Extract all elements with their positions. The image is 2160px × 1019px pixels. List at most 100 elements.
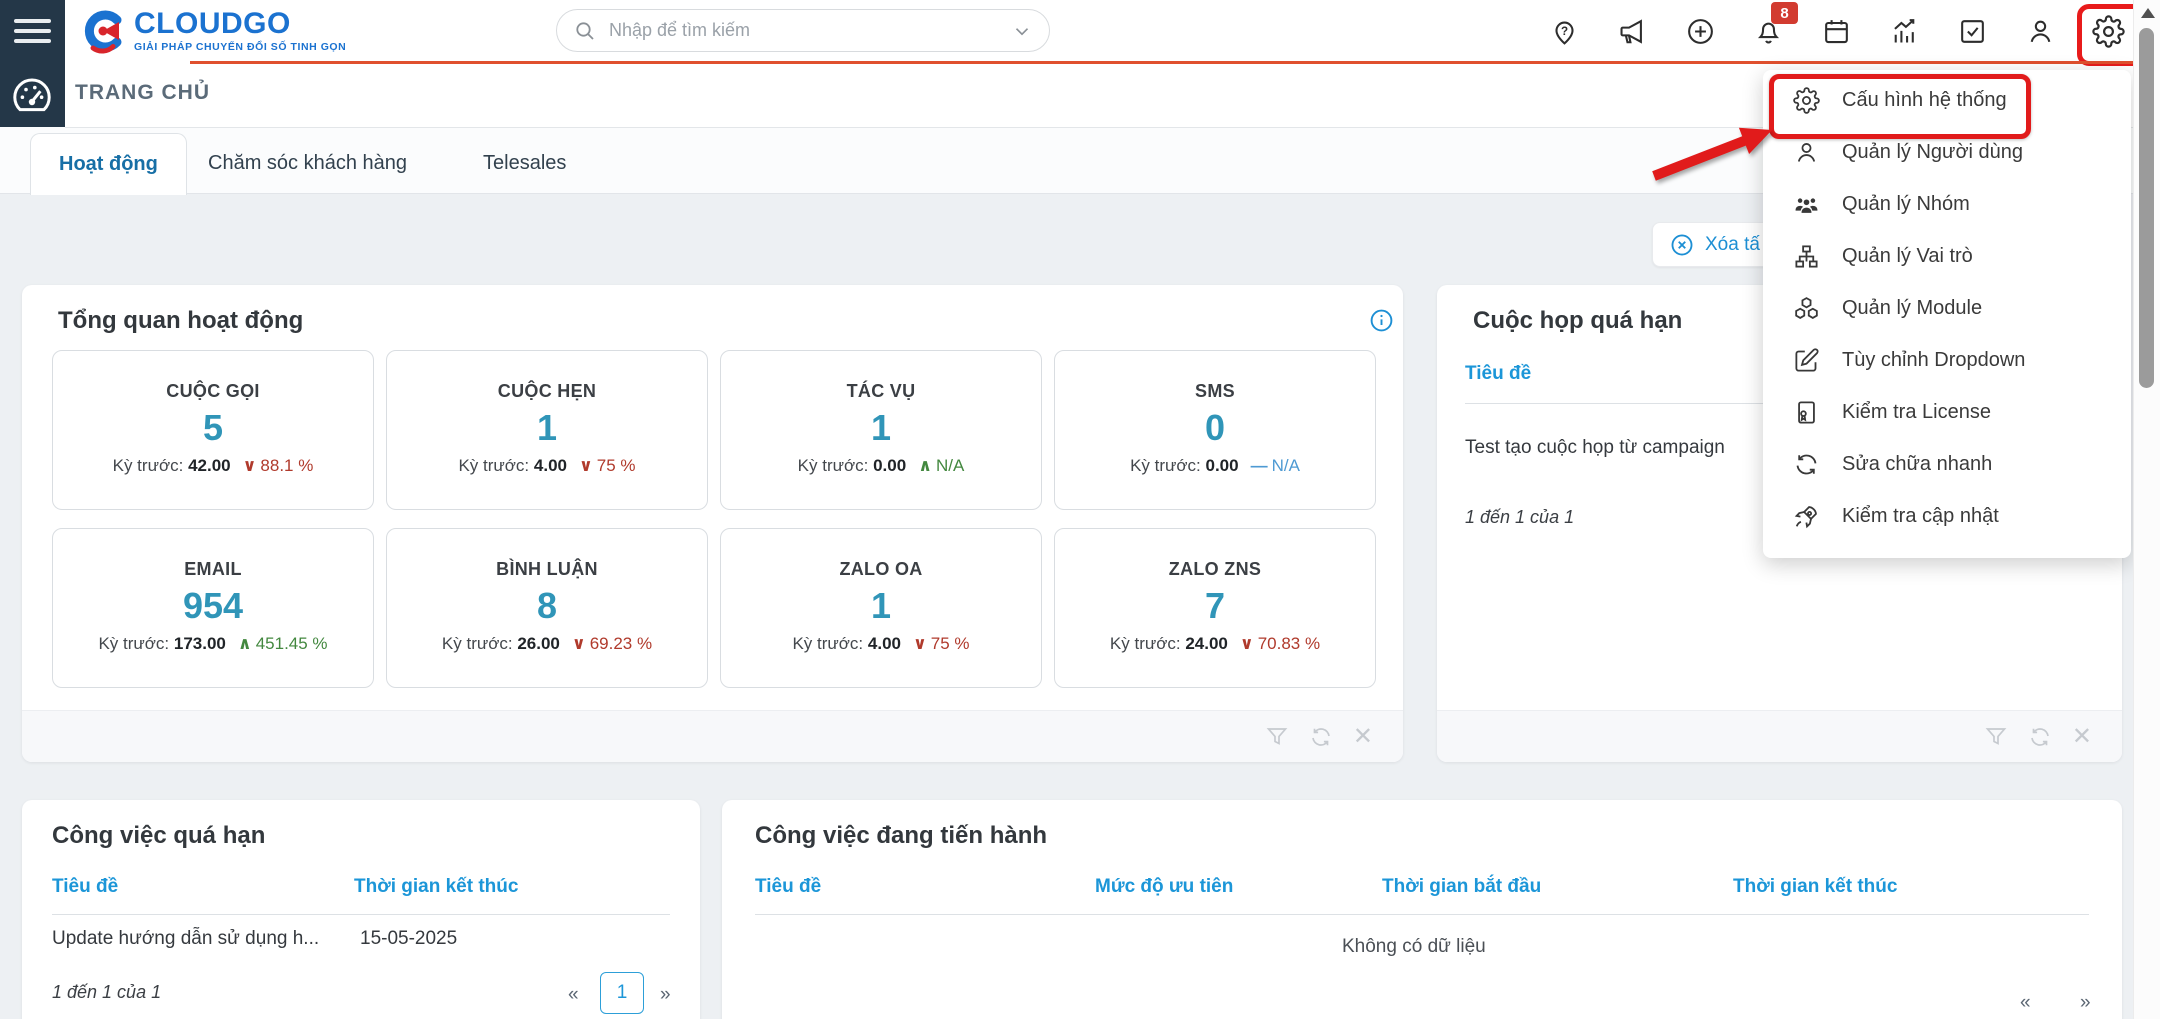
overview-panel-title: Tổng quan hoạt động bbox=[58, 307, 303, 335]
modules-icon bbox=[1793, 295, 1820, 322]
column-header-thoi-gian-ket-thuc[interactable]: Thời gian kết thúc bbox=[354, 876, 518, 898]
stat-label: CUỘC HẸN bbox=[387, 381, 707, 402]
stat-change: N/A bbox=[1272, 456, 1300, 475]
pagination-page-1[interactable]: 1 bbox=[600, 972, 644, 1014]
stat-card-zalo-oa: ZALO OA 1 Kỳ trước: 4.00∨75 % bbox=[720, 528, 1042, 688]
info-icon[interactable] bbox=[1368, 307, 1395, 334]
refresh-icon[interactable] bbox=[2028, 725, 2052, 749]
stat-prev-value: 0.00 bbox=[1206, 456, 1239, 475]
pagination-prev[interactable]: « bbox=[2020, 992, 2031, 1014]
column-header-thoi-gian-ket-thuc[interactable]: Thời gian kết thúc bbox=[1733, 876, 1897, 898]
menu-item-quan-ly-nguoi-dung[interactable]: Quản lý Người dùng bbox=[1763, 126, 2131, 178]
global-search[interactable] bbox=[556, 9, 1050, 52]
trend-down: ∨75 % bbox=[579, 456, 636, 475]
task-title-cell: Update hướng dẫn sử dụng h... bbox=[52, 928, 319, 950]
menu-item-label: Quản lý Vai trò bbox=[1842, 245, 1973, 268]
menu-item-label: Quản lý Nhóm bbox=[1842, 193, 1970, 216]
dashboard-gauge-icon[interactable] bbox=[8, 72, 56, 120]
stat-prev-label: Kỳ trước: bbox=[442, 634, 513, 653]
stat-prev-label: Kỳ trước: bbox=[113, 456, 184, 475]
pagination-prev[interactable]: « bbox=[568, 984, 579, 1006]
column-header-tieu-de[interactable]: Tiêu đề bbox=[52, 876, 118, 898]
trend-down: ∨75 % bbox=[913, 634, 970, 653]
check-square-icon[interactable] bbox=[1955, 14, 1989, 48]
location-help-icon[interactable] bbox=[1547, 14, 1581, 48]
search-input[interactable] bbox=[607, 19, 1011, 42]
column-header-muc-do-uu-tien[interactable]: Mức độ ưu tiên bbox=[1095, 876, 1233, 898]
gear-icon[interactable] bbox=[2091, 14, 2125, 48]
pagination-next[interactable]: » bbox=[660, 984, 671, 1006]
menu-item-label: Quản lý Module bbox=[1842, 297, 1982, 320]
pagination-next[interactable]: » bbox=[2080, 992, 2091, 1014]
rocket-icon bbox=[1793, 503, 1820, 530]
trend-up: ∧N/A bbox=[918, 456, 964, 475]
bell-icon[interactable]: 8 bbox=[1751, 14, 1785, 48]
stat-value: 1 bbox=[387, 408, 707, 448]
stat-prev-label: Kỳ trước: bbox=[798, 456, 869, 475]
menu-item-tuy-chinh-dropdown[interactable]: Tùy chỉnh Dropdown bbox=[1763, 334, 2131, 386]
stat-change: N/A bbox=[936, 456, 964, 475]
column-header-thoi-gian-bat-dau[interactable]: Thời gian bắt đầu bbox=[1382, 876, 1541, 898]
menu-item-quan-ly-nhom[interactable]: Quản lý Nhóm bbox=[1763, 178, 2131, 230]
menu-item-sua-chua-nhanh[interactable]: Sửa chữa nhanh bbox=[1763, 438, 2131, 490]
stat-prev-label: Kỳ trước: bbox=[1110, 634, 1181, 653]
megaphone-icon[interactable] bbox=[1615, 14, 1649, 48]
stat-card-tac-vu: TÁC VỤ 1 Kỳ trước: 0.00 ∧N/A bbox=[720, 350, 1042, 510]
stat-prev-label: Kỳ trước: bbox=[98, 634, 169, 653]
meetings-panel-footer: ✕ bbox=[1437, 710, 2122, 762]
trend-down: ∨69.23 % bbox=[572, 634, 652, 653]
stat-change: 75 % bbox=[597, 456, 636, 475]
refresh-icon[interactable] bbox=[1309, 725, 1333, 749]
menu-item-kiem-tra-license[interactable]: Kiểm tra License bbox=[1763, 386, 2131, 438]
cloudgo-dashboard: CLOUDGO GIẢI PHÁP CHUYỂN ĐỔI SỐ TINH GỌN… bbox=[0, 0, 2160, 1019]
menu-item-quan-ly-module[interactable]: Quản lý Module bbox=[1763, 282, 2131, 334]
menu-item-label: Tùy chỉnh Dropdown bbox=[1842, 349, 2025, 372]
tab-telesales[interactable]: Telesales bbox=[455, 133, 594, 194]
stat-value: 1 bbox=[721, 586, 1041, 626]
brand-name: CLOUDGO bbox=[134, 9, 346, 39]
stat-change: 451.45 % bbox=[256, 634, 328, 653]
meeting-row[interactable]: Test tạo cuộc họp từ campaign bbox=[1465, 437, 1725, 459]
filter-icon[interactable] bbox=[1265, 725, 1289, 749]
close-icon[interactable]: ✕ bbox=[2072, 725, 2092, 749]
close-icon[interactable]: ✕ bbox=[1353, 725, 1373, 749]
meetings-panel-title: Cuộc họp quá hạn bbox=[1473, 307, 1682, 335]
task-end-date-cell: 15-05-2025 bbox=[360, 928, 457, 950]
menu-item-kiem-tra-cap-nhat[interactable]: Kiểm tra cập nhật bbox=[1763, 490, 2131, 542]
brand-logo[interactable]: CLOUDGO GIẢI PHÁP CHUYỂN ĐỔI SỐ TINH GỌN bbox=[78, 7, 346, 55]
stat-value: 7 bbox=[1055, 586, 1375, 626]
trend-flat: —N/A bbox=[1251, 456, 1300, 475]
analytics-icon[interactable] bbox=[1887, 14, 1921, 48]
stat-prev-value: 42.00 bbox=[188, 456, 231, 475]
stat-value: 1 bbox=[721, 408, 1041, 448]
menu-item-cau-hinh-he-thong[interactable]: Cấu hình hệ thống bbox=[1763, 74, 2131, 126]
stat-label: SMS bbox=[1055, 381, 1375, 402]
column-header-tieu-de[interactable]: Tiêu đề bbox=[755, 876, 821, 898]
trend-down: ∨70.83 % bbox=[1240, 634, 1320, 653]
stat-change: 75 % bbox=[931, 634, 970, 653]
scrollbar-up-arrow[interactable] bbox=[2141, 8, 2155, 18]
plus-circle-icon[interactable] bbox=[1683, 14, 1717, 48]
user-icon[interactable] bbox=[2023, 14, 2057, 48]
filter-icon[interactable] bbox=[1984, 725, 2008, 749]
menu-item-label: Kiểm tra cập nhật bbox=[1842, 505, 1999, 528]
stat-label: ZALO ZNS bbox=[1055, 559, 1375, 580]
column-header-tieu-de[interactable]: Tiêu đề bbox=[1465, 363, 1531, 385]
scrollbar-thumb[interactable] bbox=[2139, 28, 2154, 388]
hamburger-menu-icon[interactable] bbox=[14, 13, 51, 49]
stat-value: 8 bbox=[387, 586, 707, 626]
search-chevron-down-icon[interactable] bbox=[1011, 20, 1033, 42]
tab-hoat-dong[interactable]: Hoạt động bbox=[30, 133, 187, 195]
sitemap-icon bbox=[1793, 243, 1820, 270]
notification-badge: 8 bbox=[1771, 2, 1798, 24]
tab-cham-soc-khach-hang[interactable]: Chăm sóc khách hàng bbox=[180, 133, 435, 194]
menu-item-quan-ly-vai-tro[interactable]: Quản lý Vai trò bbox=[1763, 230, 2131, 282]
stat-label: EMAIL bbox=[53, 559, 373, 580]
overdue-tasks-panel: Công việc quá hạn Tiêu đề Thời gian kết … bbox=[22, 800, 700, 1019]
calendar-icon[interactable] bbox=[1819, 14, 1853, 48]
stat-card-zalo-zns: ZALO ZNS 7 Kỳ trước: 24.00∨70.83 % bbox=[1054, 528, 1376, 688]
stat-label: BÌNH LUẬN bbox=[387, 559, 707, 580]
stat-label: TÁC VỤ bbox=[721, 381, 1041, 402]
stat-prev-value: 0.00 bbox=[873, 456, 906, 475]
stat-card-binh-luan: BÌNH LUẬN 8 Kỳ trước: 26.00∨69.23 % bbox=[386, 528, 708, 688]
